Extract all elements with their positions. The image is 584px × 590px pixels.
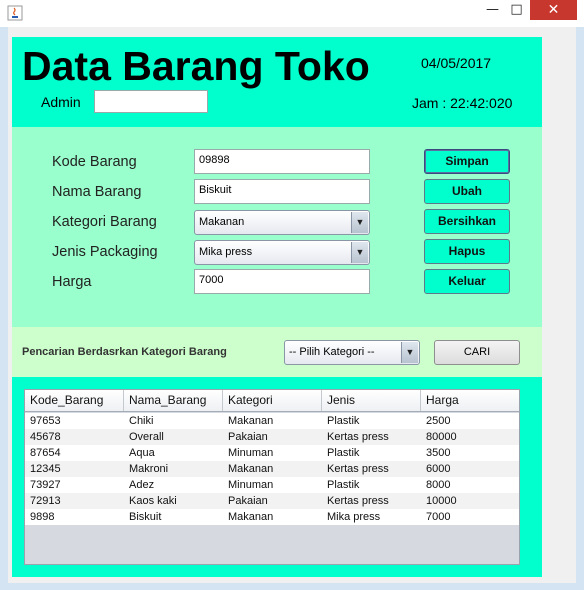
table-row[interactable]: 73927 Adez Minuman Plastik 8000 xyxy=(25,477,519,493)
table-cell: Chiki xyxy=(129,415,154,427)
harga-field[interactable]: 7000 xyxy=(194,269,370,294)
table-cell: Mika press xyxy=(327,511,381,523)
admin-field[interactable] xyxy=(94,90,208,113)
column-header[interactable]: Harga xyxy=(421,390,519,411)
table-cell: 80000 xyxy=(426,431,457,443)
table-cell: 97653 xyxy=(30,415,61,427)
bersihkan-button[interactable]: Bersihkan xyxy=(424,209,510,234)
table-cell: Minuman xyxy=(228,447,274,459)
table-cell: Pakaian xyxy=(228,495,268,507)
kode-barang-field[interactable]: 09898 xyxy=(194,149,370,174)
chevron-down-icon[interactable]: ▼ xyxy=(351,242,368,263)
nama-barang-field[interactable]: Biskuit xyxy=(194,179,370,204)
column-header[interactable]: Kode_Barang xyxy=(25,390,124,411)
table-cell: Kertas press xyxy=(327,431,389,443)
simpan-button[interactable]: Simpan xyxy=(424,149,510,174)
clock-label: Jam : 22:42:020 xyxy=(412,95,513,111)
search-panel: Pencarian Berdasrkan Kategori Barang -- … xyxy=(12,327,542,377)
table-row[interactable]: 12345 Makroni Makanan Kertas press 6000 xyxy=(25,461,519,477)
table-cell: Overall xyxy=(129,431,164,443)
chevron-down-icon[interactable]: ▼ xyxy=(351,212,368,233)
table-cell: Makanan xyxy=(228,511,274,523)
table-cell: 3500 xyxy=(426,447,451,459)
table-cell: 6000 xyxy=(426,463,451,475)
table-cell: Plastik xyxy=(327,479,360,491)
table-cell: 87654 xyxy=(30,447,61,459)
table-cell: 45678 xyxy=(30,431,61,443)
column-header[interactable]: Kategori xyxy=(223,390,322,411)
table-cell: Biskuit xyxy=(129,511,162,523)
kategori-filter-value: -- Pilih Kategori -- xyxy=(289,346,375,358)
app-window: — □ ✕ Data Barang Toko 04/05/2017 Admin … xyxy=(0,0,584,590)
java-icon xyxy=(7,5,23,21)
table-cell: 7000 xyxy=(426,511,451,523)
cari-button[interactable]: CARI xyxy=(434,340,520,365)
table-cell: Plastik xyxy=(327,415,360,427)
window-frame-left xyxy=(0,27,8,590)
table-cell: Pakaian xyxy=(228,431,268,443)
table-cell: Plastik xyxy=(327,447,360,459)
kategori-filter-select[interactable]: -- Pilih Kategori -- ▼ xyxy=(284,340,420,365)
table-cell: Makanan xyxy=(228,415,274,427)
keluar-button[interactable]: Keluar xyxy=(424,269,510,294)
table-cell: 73927 xyxy=(30,479,61,491)
admin-label: Admin xyxy=(41,94,81,110)
table-cell: 8000 xyxy=(426,479,451,491)
table-cell: Aqua xyxy=(129,447,155,459)
table-cell: 12345 xyxy=(30,463,61,475)
maximize-button[interactable]: □ xyxy=(508,0,525,20)
minimize-button[interactable]: — xyxy=(484,0,501,20)
jenis-packaging-select[interactable]: Mika press ▼ xyxy=(194,240,370,265)
title-bar[interactable]: — □ ✕ xyxy=(0,0,584,27)
table-cell: 9898 xyxy=(30,511,55,523)
table-cell: Kaos kaki xyxy=(129,495,177,507)
table-cell: Makanan xyxy=(228,463,274,475)
date-label: 04/05/2017 xyxy=(421,55,492,71)
window-frame-bottom xyxy=(0,583,584,590)
kategori-barang-select[interactable]: Makanan ▼ xyxy=(194,210,370,235)
table-cell: Makroni xyxy=(129,463,169,475)
table-row[interactable]: 72913 Kaos kaki Pakaian Kertas press 100… xyxy=(25,493,519,509)
table-cell: 2500 xyxy=(426,415,451,427)
search-label: Pencarian Berdasrkan Kategori Barang xyxy=(22,346,227,358)
table-header: Kode_Barang Nama_Barang Kategori Jenis H… xyxy=(25,390,519,412)
table-panel: Kode_Barang Nama_Barang Kategori Jenis H… xyxy=(12,377,542,577)
table-cell: Kertas press xyxy=(327,495,389,507)
jenis-packaging-value: Mika press xyxy=(199,246,253,258)
table-cell: Adez xyxy=(129,479,155,491)
kategori-barang-label: Kategori Barang xyxy=(52,214,157,230)
table-row[interactable]: 9898 Biskuit Makanan Mika press 7000 xyxy=(25,509,519,525)
form-panel: Kode Barang 09898 Nama Barang Biskuit Ka… xyxy=(12,127,542,327)
table-cell: Minuman xyxy=(228,479,274,491)
data-table[interactable]: Kode_Barang Nama_Barang Kategori Jenis H… xyxy=(24,389,520,565)
nama-barang-label: Nama Barang xyxy=(52,184,142,200)
table-row[interactable]: 87654 Aqua Minuman Plastik 3500 xyxy=(25,445,519,461)
close-button[interactable]: ✕ xyxy=(530,0,577,20)
ubah-button[interactable]: Ubah xyxy=(424,179,510,204)
column-header[interactable]: Nama_Barang xyxy=(124,390,223,411)
chevron-down-icon[interactable]: ▼ xyxy=(401,342,418,363)
table-row[interactable]: 97653 Chiki Makanan Plastik 2500 xyxy=(25,413,519,429)
page-title: Data Barang Toko xyxy=(22,43,370,89)
table-cell: 10000 xyxy=(426,495,457,507)
table-cell: Kertas press xyxy=(327,463,389,475)
header-panel: Data Barang Toko 04/05/2017 Admin Jam : … xyxy=(12,37,542,127)
harga-label: Harga xyxy=(52,274,92,290)
kode-barang-label: Kode Barang xyxy=(52,154,137,170)
jenis-packaging-label: Jenis Packaging xyxy=(52,244,158,260)
hapus-button[interactable]: Hapus xyxy=(424,239,510,264)
column-header[interactable]: Jenis xyxy=(322,390,421,411)
table-row[interactable]: 45678 Overall Pakaian Kertas press 80000 xyxy=(25,429,519,445)
kategori-barang-value: Makanan xyxy=(199,216,245,228)
table-cell: 72913 xyxy=(30,495,61,507)
window-frame-right xyxy=(576,27,584,590)
